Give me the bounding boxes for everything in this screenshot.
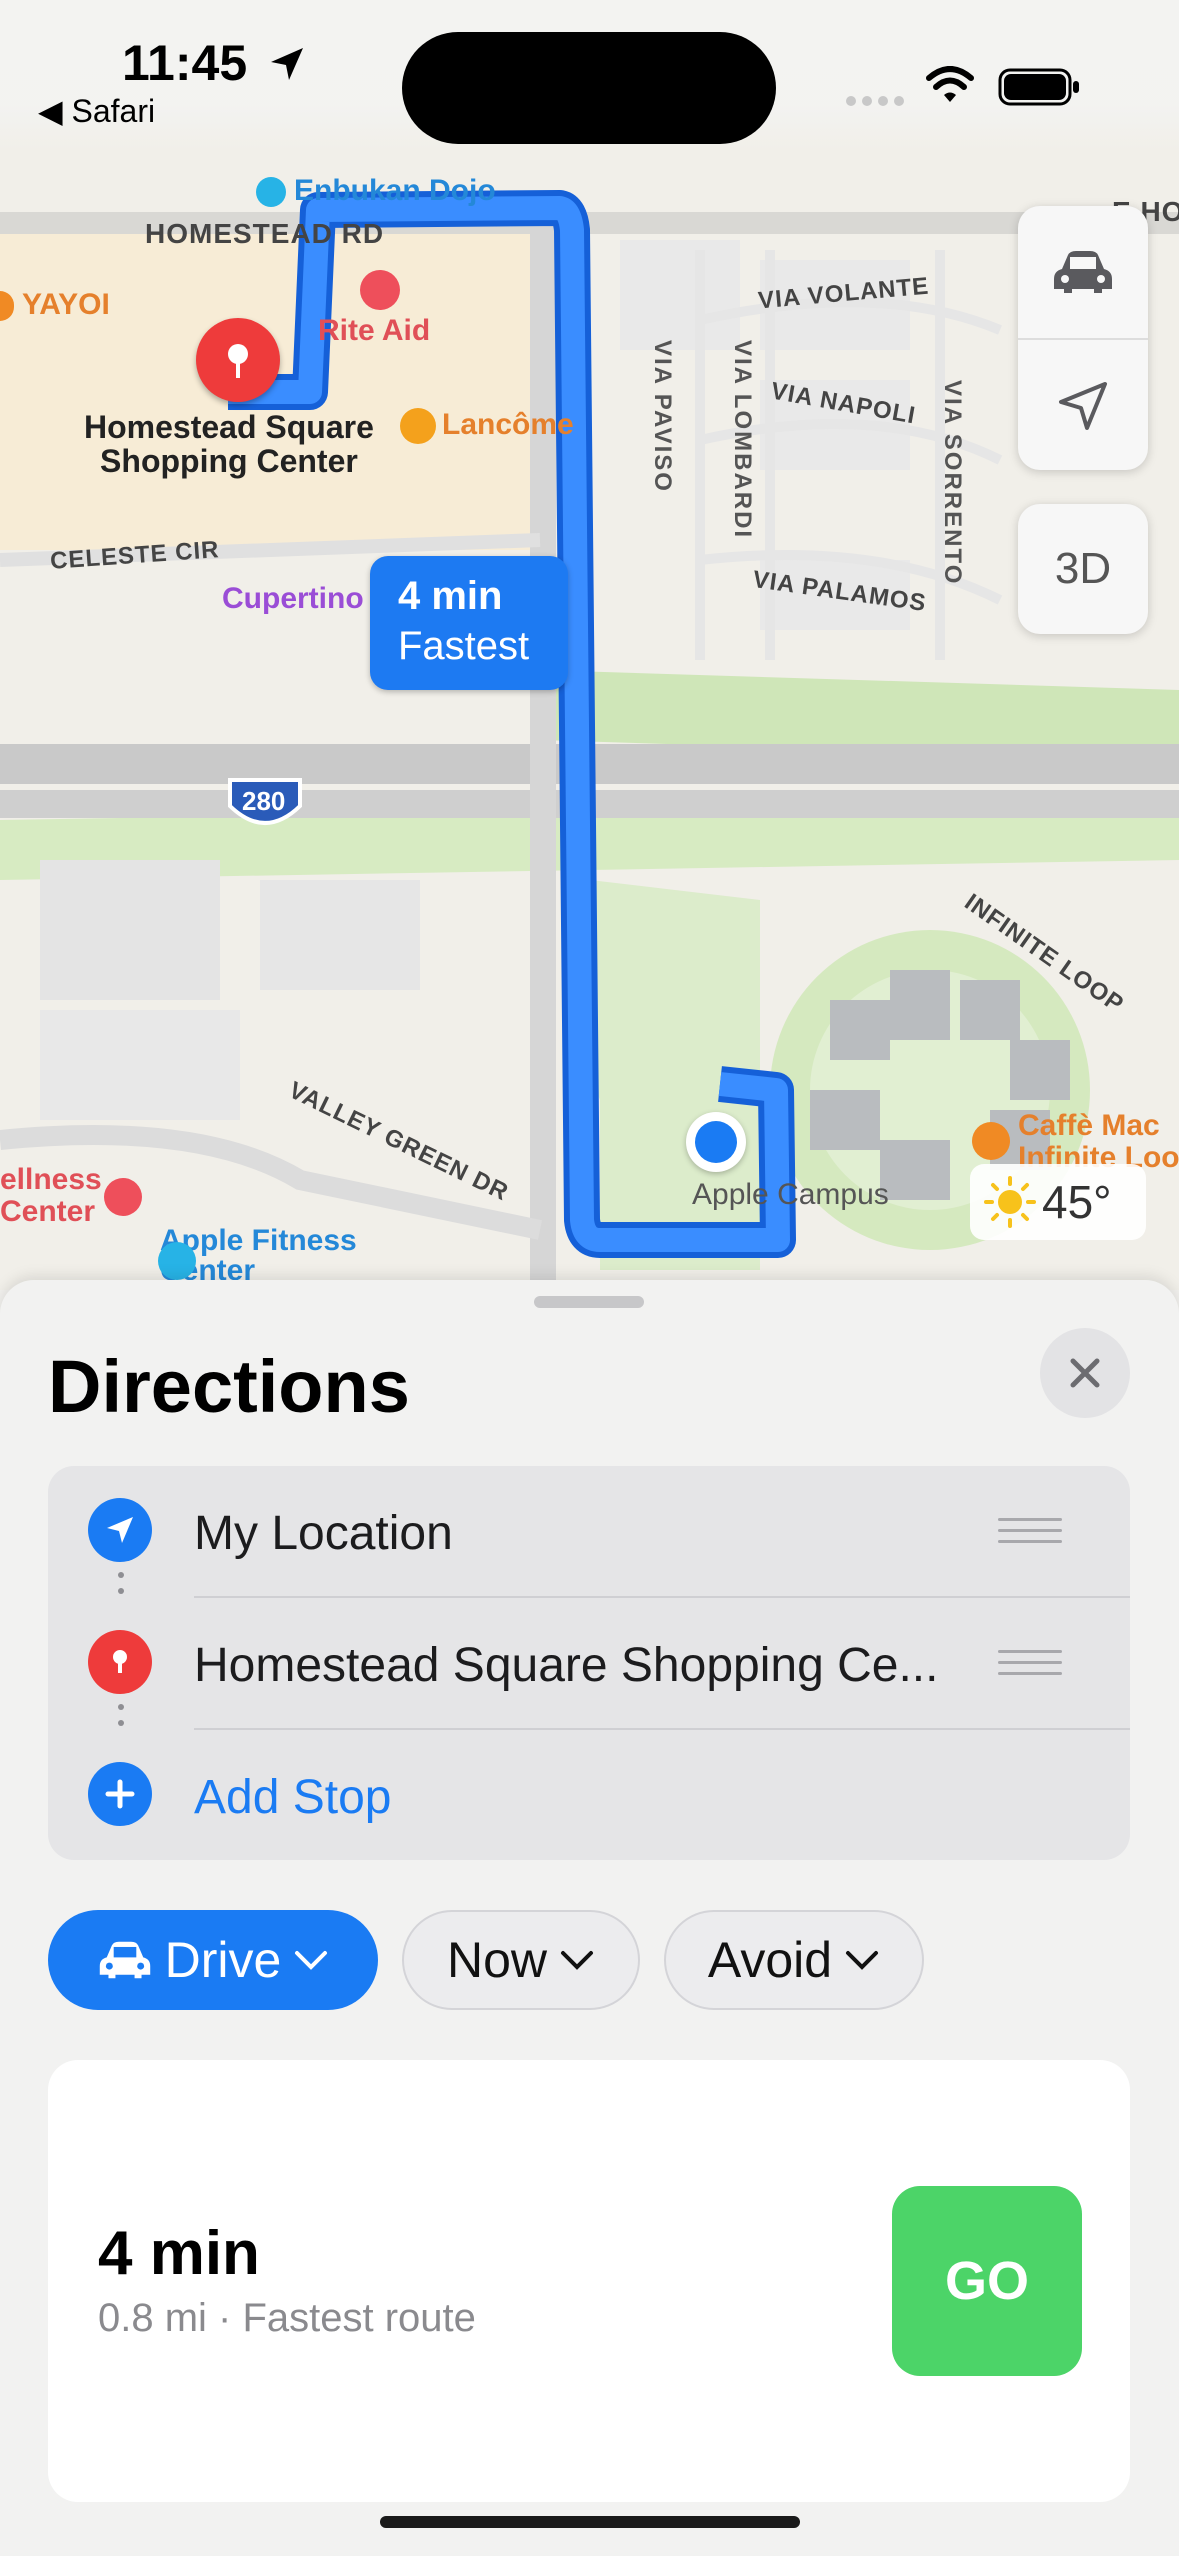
weather-temperature: 45°: [1042, 1176, 1112, 1228]
poi-homestead-label-2: Shopping Center: [100, 443, 358, 479]
view-3d-button[interactable]: 3D: [1018, 504, 1148, 634]
road-label-homestead: HOMESTEAD RD: [145, 218, 385, 249]
poi-wellness-label-2: Center: [0, 1195, 96, 1228]
poi-apple-campus-label: Apple Campus: [692, 1178, 889, 1211]
stop-row-origin[interactable]: My Location: [48, 1466, 1130, 1596]
pin-icon: [88, 1630, 152, 1694]
poi-homestead-square[interactable]: Homestead Square Shopping Center: [84, 410, 374, 478]
poi-rite-aid[interactable]: Rite Aid: [318, 270, 430, 348]
chevron-down-icon: [846, 1951, 879, 1970]
reorder-handle-icon[interactable]: [998, 1650, 1062, 1678]
battery-icon: [998, 68, 1079, 106]
drive-mode-label: Drive: [164, 1932, 282, 1988]
poi-enbukan-label: Enbukan Dojo: [294, 174, 496, 207]
poi-caffe-label-1: Caffè Mac: [1018, 1109, 1160, 1142]
wifi-icon: [926, 66, 974, 102]
shopping-icon: [400, 408, 436, 445]
plus-icon: [88, 1762, 152, 1826]
poi-cupertino[interactable]: Cupertino: [222, 582, 364, 616]
food-icon: [0, 291, 14, 322]
gym-icon: [256, 177, 286, 208]
poi-yayoi[interactable]: YAYOI: [0, 288, 110, 322]
poi-yayoi-label: YAYOI: [22, 288, 110, 321]
destination-pin[interactable]: [196, 318, 280, 402]
chevron-down-icon: [295, 1951, 328, 1970]
poi-lancome[interactable]: Lancôme: [400, 408, 574, 445]
weather-badge: 45°: [970, 1164, 1146, 1240]
poi-wellness[interactable]: ellness Center: [0, 1164, 102, 1228]
location-arrow-icon: [88, 1498, 152, 1562]
dynamic-island: [402, 32, 776, 144]
gym-icon: [158, 1242, 196, 1280]
go-button[interactable]: GO: [892, 2186, 1082, 2376]
add-stop-label: Add Stop: [194, 1771, 392, 1824]
car-icon: [1054, 251, 1112, 293]
track-location-button[interactable]: [1018, 340, 1148, 472]
route-callout[interactable]: 4 min Fastest: [370, 556, 568, 690]
stop-label-destination: Homestead Square Shopping Ce...: [194, 1639, 939, 1692]
location-arrow-icon: [1059, 382, 1107, 430]
sun-icon: [984, 1176, 1036, 1228]
poi-lancome-label: Lancôme: [442, 408, 574, 441]
reorder-handle-icon[interactable]: [998, 1518, 1062, 1546]
road-label-via-sorrento: VIA SORRENTO: [939, 380, 966, 586]
poi-homestead-label-1: Homestead Square: [84, 409, 374, 445]
road-label-via-paviso: VIA PAVISO: [649, 340, 676, 493]
current-location-dot[interactable]: [686, 1112, 746, 1172]
poi-enbukan[interactable]: Enbukan Dojo: [256, 174, 496, 208]
status-bar: 11:45 ◀ Safari: [0, 0, 1179, 150]
sheet-title: Directions: [48, 1345, 410, 1428]
car-icon: [99, 1941, 150, 1979]
status-time-text: 11:45: [122, 35, 248, 91]
pin-icon: [228, 344, 248, 378]
depart-time-dropdown[interactable]: Now: [402, 1910, 640, 2010]
sheet-grabber[interactable]: [534, 1296, 644, 1308]
poi-apple-campus[interactable]: Apple Campus: [692, 1178, 889, 1212]
route-callout-label: Fastest: [398, 624, 530, 668]
chevron-down-icon: [561, 1951, 594, 1970]
highway-shield-label: 280: [242, 786, 286, 816]
map-view[interactable]: HOMESTEAD RD CELESTE CIR VIA VOLANTE VIA…: [0, 0, 1179, 1290]
close-button[interactable]: [1040, 1328, 1130, 1418]
avoid-label: Avoid: [707, 1932, 833, 1988]
back-to-app-button[interactable]: ◀ Safari: [38, 92, 155, 130]
pharmacy-icon: [360, 270, 400, 310]
stop-label-origin: My Location: [194, 1507, 453, 1560]
poi-wellness-label-1: ellness: [0, 1163, 102, 1196]
route-details: 0.8 mi · Fastest route: [98, 2296, 476, 2340]
poi-rite-aid-label: Rite Aid: [318, 314, 431, 347]
medical-icon: [104, 1178, 142, 1216]
map-base: [0, 190, 1179, 1290]
map-controls: [1018, 206, 1148, 470]
avoid-dropdown[interactable]: Avoid: [664, 1910, 924, 2010]
depart-time-label: Now: [446, 1932, 548, 1988]
drive-mode-dropdown[interactable]: Drive: [48, 1910, 378, 2010]
road-label-via-lombardi: VIA LOMBARDI: [729, 340, 756, 540]
route-eta: 4 min: [98, 2219, 260, 2288]
signal-dots-icon: [846, 96, 904, 106]
food-icon: [972, 1122, 1010, 1160]
route-stops-card: My Location Homestead Square Shopping Ce…: [48, 1466, 1130, 1860]
add-stop-row[interactable]: Add Stop: [48, 1730, 1130, 1860]
transport-mode-button[interactable]: [1018, 206, 1148, 338]
stop-row-destination[interactable]: Homestead Square Shopping Ce...: [48, 1598, 1130, 1728]
home-indicator[interactable]: [380, 2516, 800, 2528]
route-result-card[interactable]: 4 min 0.8 mi · Fastest route GO: [48, 2060, 1130, 2502]
status-time: 11:45: [122, 34, 307, 92]
route-callout-duration: 4 min: [398, 574, 503, 618]
location-services-icon: [271, 48, 304, 80]
close-icon: [1070, 1358, 1100, 1388]
